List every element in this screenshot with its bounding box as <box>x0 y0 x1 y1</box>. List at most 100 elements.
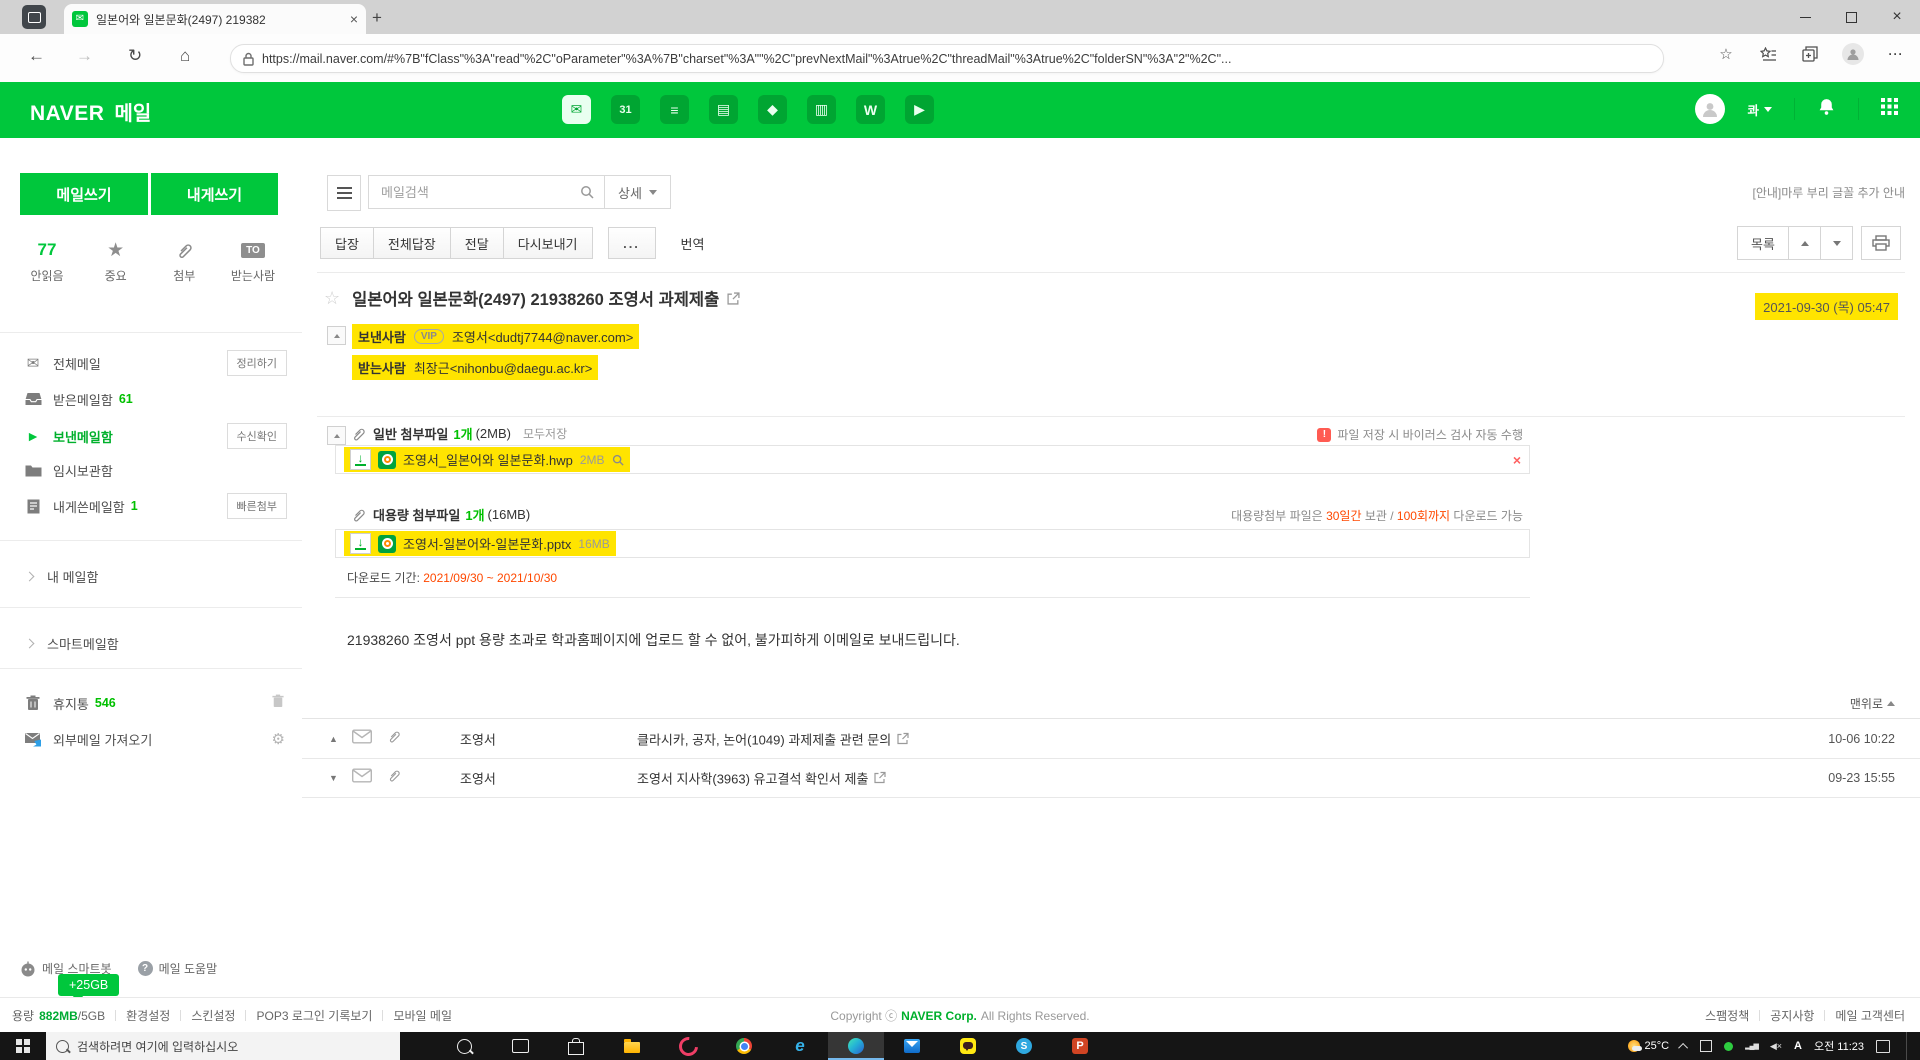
tray-status-icon[interactable] <box>1724 1042 1733 1051</box>
close-button[interactable] <box>1874 0 1920 34</box>
quick-attach-button[interactable]: 빠른첨부 <box>227 493 287 519</box>
favorites-bar-icon[interactable] <box>1758 44 1778 64</box>
resend-button[interactable]: 다시보내기 <box>503 227 593 259</box>
open-new-window-icon[interactable] <box>727 292 740 305</box>
user-menu[interactable]: 콰 <box>1747 100 1772 119</box>
thread-expand-icon[interactable]: ▼ <box>329 773 338 783</box>
sidebar-item-drafts[interactable]: 임시보관함 <box>0 452 302 488</box>
search-detail-dropdown[interactable]: 상세 <box>604 175 671 209</box>
notice-board-link[interactable]: 공지사항 <box>1770 1007 1814 1024</box>
organize-button[interactable]: 정리하기 <box>227 350 287 376</box>
skype-button[interactable] <box>996 1032 1052 1060</box>
naver-corp-link[interactable]: NAVER Corp. <box>901 1009 977 1023</box>
attachment-row-hwp[interactable]: 조영서_일본어와 일본문화.hwp 2MB <box>335 445 1530 474</box>
scroll-to-top-link[interactable]: 맨위로 <box>1850 695 1895 712</box>
refresh-icon[interactable]: ↻ <box>128 46 142 66</box>
star-outline-icon[interactable] <box>324 288 340 309</box>
translate-link[interactable]: 번역 <box>681 234 705 253</box>
tab-workspaces-icon[interactable] <box>22 5 46 29</box>
open-new-window-icon[interactable] <box>874 772 886 784</box>
attachment-filename[interactable]: 조영서_일본어와 일본문화.hwp <box>403 450 573 469</box>
font-notice-link[interactable]: [안내]마루 부리 글꼴 추가 안내 <box>1753 184 1906 201</box>
browser-profile-icon[interactable] <box>1842 43 1864 65</box>
ime-language-indicator[interactable]: A <box>1794 1040 1802 1052</box>
microsoft-store-button[interactable] <box>548 1032 604 1060</box>
user-avatar[interactable] <box>1695 94 1725 124</box>
mail-support-link[interactable]: 메일 고객센터 <box>1835 1007 1905 1024</box>
kakaotalk-button[interactable] <box>940 1032 996 1060</box>
powerpoint-button[interactable] <box>1052 1032 1108 1060</box>
back-icon[interactable]: ← <box>28 46 45 66</box>
from-address[interactable]: 조영서<dudtj7744@naver.com> <box>452 327 633 346</box>
show-desktop-button[interactable] <box>1906 1032 1912 1060</box>
sidebar-item-to-me[interactable]: 내게쓴메일함 1 빠른첨부 <box>0 488 302 524</box>
empty-trash-icon[interactable] <box>272 694 284 713</box>
sidebar-item-trash[interactable]: 휴지통 546 <box>0 686 302 720</box>
thread-row[interactable]: ▼ 조영서 조영서 지사학(3963) 유고결석 확인서 제출 09-23 15… <box>302 758 1920 798</box>
chrome-button[interactable] <box>716 1032 772 1060</box>
thread-subject[interactable]: 조영서 지사학(3963) 유고결석 확인서 제출 <box>637 768 886 787</box>
minimize-button[interactable] <box>1782 0 1828 34</box>
sidebar-item-external-mail[interactable]: 외부메일 가져오기 <box>0 722 302 756</box>
weather-widget[interactable]: 25°C <box>1628 1040 1670 1052</box>
thread-row[interactable]: ▲ 조영서 클라시카, 공자, 논어(1049) 과제제출 관련 문의 10-0… <box>302 718 1920 759</box>
sidebar-group-smart-mailbox[interactable]: 스마트메일함 <box>0 625 302 661</box>
calendar-app-icon[interactable]: 31 <box>611 95 640 124</box>
mail-app-button[interactable] <box>884 1032 940 1060</box>
spam-policy-link[interactable]: 스팸정책 <box>1705 1007 1749 1024</box>
gear-icon[interactable] <box>272 730 285 748</box>
back-to-list-button[interactable]: 목록 <box>1737 226 1789 260</box>
previous-mail-button[interactable] <box>1788 226 1821 260</box>
search-icon[interactable] <box>580 185 594 199</box>
mail-app-icon[interactable]: ✉ <box>562 95 591 124</box>
sidebar-item-sent[interactable]: ► 보낸메일함 수신확인 <box>0 418 302 454</box>
browser-menu-icon[interactable] <box>1886 44 1906 64</box>
notification-bell-icon[interactable] <box>1817 97 1836 121</box>
naver-mail-logo[interactable]: NAVER 메일 <box>30 97 151 126</box>
filter-attachment[interactable]: 첨부 <box>153 238 215 284</box>
clock[interactable]: 오전 11:23 <box>1814 1038 1864 1054</box>
quota-bonus-badge[interactable]: +25GB <box>58 974 119 996</box>
collapse-sender-button[interactable] <box>327 326 346 345</box>
save-all-link[interactable]: 모두저장 <box>523 425 567 442</box>
new-tab-button[interactable] <box>372 8 382 28</box>
reply-all-button[interactable]: 전체답장 <box>373 227 451 259</box>
contacts-app-icon[interactable]: ▤ <box>709 95 738 124</box>
start-button[interactable] <box>0 1032 46 1060</box>
volume-muted-icon[interactable] <box>1770 1041 1782 1052</box>
edge-button[interactable] <box>828 1032 884 1060</box>
tv-app-icon[interactable]: ▶ <box>905 95 934 124</box>
preview-icon[interactable] <box>612 454 624 466</box>
tray-app-icon[interactable] <box>1700 1040 1712 1052</box>
write-to-me-button[interactable]: 내게쓰기 <box>151 173 278 215</box>
task-view-button[interactable] <box>492 1032 548 1060</box>
forward-button[interactable]: 전달 <box>450 227 504 259</box>
sidebar-item-inbox[interactable]: 받은메일함 61 <box>0 381 302 417</box>
mail-help-link[interactable]: 메일 도움말 <box>138 960 218 977</box>
more-actions-button[interactable]: ... <box>608 227 656 259</box>
internet-explorer-button[interactable] <box>772 1032 828 1060</box>
taskbar-search-box[interactable]: 검색하려면 여기에 입력하십시오 <box>46 1032 400 1060</box>
collapse-attachments-button[interactable] <box>327 426 346 445</box>
open-new-window-icon[interactable] <box>897 733 909 745</box>
sidebar-item-all-mail[interactable]: ✉ 전체메일 정리하기 <box>0 345 302 381</box>
download-icon[interactable] <box>350 533 371 554</box>
apps-grid-icon[interactable] <box>1881 98 1898 120</box>
file-explorer-button[interactable] <box>604 1032 660 1060</box>
tab-close-icon[interactable] <box>350 11 358 27</box>
forward-icon[interactable]: → <box>76 46 93 66</box>
notification-center-icon[interactable] <box>1876 1040 1890 1053</box>
home-icon[interactable]: ⌂ <box>180 46 190 66</box>
office-app-icon[interactable]: W <box>856 95 885 124</box>
collections-icon[interactable] <box>1800 44 1820 64</box>
search-input[interactable] <box>379 184 580 201</box>
network-icon[interactable] <box>1745 1042 1758 1050</box>
browser-tab[interactable]: 일본어와 일본문화(2497) 219382 <box>64 4 366 34</box>
receipt-confirm-button[interactable]: 수신확인 <box>227 423 287 449</box>
thread-subject[interactable]: 클라시카, 공자, 논어(1049) 과제제출 관련 문의 <box>637 729 909 748</box>
next-mail-button[interactable] <box>1820 226 1853 260</box>
to-address[interactable]: 최장근<nihonbu@daegu.ac.kr> <box>414 358 592 377</box>
reply-button[interactable]: 답장 <box>320 227 374 259</box>
filter-unread[interactable]: 77 안읽음 <box>16 238 78 284</box>
mybox-app-icon[interactable]: ◆ <box>758 95 787 124</box>
